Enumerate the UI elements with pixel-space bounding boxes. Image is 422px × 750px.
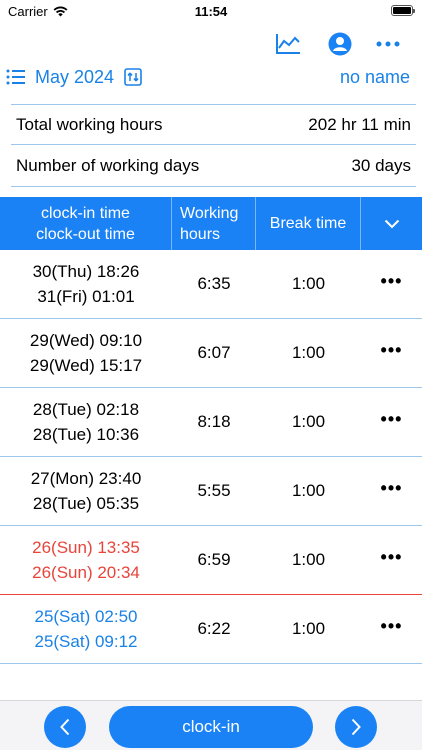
bottom-toolbar: clock-in (0, 700, 422, 750)
chevron-right-icon (351, 718, 361, 736)
table-row[interactable]: 27(Mon) 23:40 28(Tue) 05:35 5:55 1:00 ••• (0, 457, 422, 526)
previous-month-button[interactable] (44, 706, 86, 748)
chart-icon[interactable] (272, 28, 304, 60)
more-horizontal-icon: ••• (380, 478, 403, 498)
list-icon[interactable] (6, 69, 26, 90)
row-more-button[interactable]: ••• (361, 595, 422, 663)
clock-in-time: 26(Sun) 13:35 (32, 538, 140, 557)
row-more-button[interactable]: ••• (361, 388, 422, 456)
break-time-cell: 1:00 (291, 343, 326, 362)
more-horizontal-icon: ••• (380, 547, 403, 567)
battery-icon (391, 5, 415, 16)
table-header: clock-in time clock-out time Working hou… (0, 197, 422, 250)
clock-times-cell: 27(Mon) 23:40 28(Tue) 05:35 (0, 457, 172, 525)
break-time-cell: 1:00 (291, 274, 326, 293)
clock-out-time: 25(Sat) 09:12 (34, 632, 138, 651)
next-month-button[interactable] (335, 706, 377, 748)
clock-times-cell: 28(Tue) 02:18 28(Tue) 10:36 (0, 388, 172, 456)
working-hours-cell: 6:07 (197, 343, 231, 362)
clock-out-time: 31(Fri) 01:01 (37, 287, 135, 306)
table-row[interactable]: 26(Sun) 13:35 26(Sun) 20:34 6:59 1:00 ••• (0, 526, 422, 595)
clock-out-header-label: clock-out time (36, 225, 135, 243)
working-hours-cell: 6:35 (197, 274, 231, 293)
clock-in-button[interactable]: clock-in (109, 706, 313, 748)
break-time-header[interactable]: Break time (256, 197, 361, 250)
working-hours-header-line1: Working (180, 204, 239, 222)
break-time-cell: 1:00 (291, 412, 326, 431)
break-time-cell: 1:00 (291, 550, 326, 569)
clock-times-header[interactable]: clock-in time clock-out time (0, 197, 172, 250)
working-hours-header[interactable]: Working hours (172, 197, 256, 250)
more-horizontal-icon: ••• (380, 340, 403, 360)
clock-in-time: 25(Sat) 02:50 (34, 607, 138, 626)
working-hours-cell: 5:55 (197, 481, 231, 500)
expand-columns-button[interactable] (361, 197, 422, 250)
sort-icon[interactable] (124, 68, 142, 91)
clock-in-time: 29(Wed) 09:10 (29, 331, 143, 350)
clock-times-cell: 30(Thu) 18:26 31(Fri) 01:01 (0, 250, 172, 318)
month-label[interactable]: May 2024 (35, 67, 114, 88)
clock-in-time: 30(Thu) 18:26 (32, 262, 140, 281)
more-horizontal-icon: ••• (380, 616, 403, 636)
more-horizontal-icon: ••• (380, 409, 403, 429)
profile-icon[interactable] (324, 28, 356, 60)
row-more-button[interactable]: ••• (361, 457, 422, 525)
clock-in-time: 27(Mon) 23:40 (30, 469, 142, 488)
working-hours-header-line2: hours (180, 225, 221, 243)
working-days-row: Number of working days 30 days (11, 146, 416, 187)
working-hours-cell: 6:22 (197, 619, 231, 638)
table-row[interactable]: 29(Wed) 09:10 29(Wed) 15:17 6:07 1:00 ••• (0, 319, 422, 388)
more-icon[interactable] (372, 28, 404, 60)
chevron-down-icon (384, 219, 399, 228)
clock-times-cell: 25(Sat) 02:50 25(Sat) 09:12 (0, 595, 172, 663)
break-time-cell: 1:00 (291, 481, 326, 500)
row-more-button[interactable]: ••• (361, 526, 422, 594)
row-more-button[interactable]: ••• (361, 319, 422, 387)
clock-in-time: 28(Tue) 02:18 (32, 400, 140, 419)
status-bar: Carrier 11:54 (0, 0, 422, 24)
clock-out-time: 29(Wed) 15:17 (29, 356, 143, 375)
working-days-label: Number of working days (16, 156, 200, 175)
working-days-value: 30 days (351, 156, 411, 175)
clock-out-time: 28(Tue) 10:36 (32, 425, 140, 444)
clock-out-time: 26(Sun) 20:34 (32, 563, 140, 582)
more-horizontal-icon: ••• (380, 271, 403, 291)
month-selector-bar: May 2024 no name (0, 64, 422, 92)
clock-out-time: 28(Tue) 05:35 (32, 494, 140, 513)
table-row[interactable]: 25(Sat) 02:50 25(Sat) 09:12 6:22 1:00 ••• (0, 595, 422, 664)
table-row[interactable]: 30(Thu) 18:26 31(Fri) 01:01 6:35 1:00 ••• (0, 250, 422, 319)
user-name-button[interactable]: no name (340, 67, 410, 88)
total-hours-label: Total working hours (16, 114, 163, 134)
row-more-button[interactable]: ••• (361, 250, 422, 318)
status-time: 11:54 (194, 4, 228, 19)
chevron-left-icon (60, 718, 70, 736)
clock-times-cell: 26(Sun) 13:35 26(Sun) 20:34 (0, 526, 172, 594)
records-table: 30(Thu) 18:26 31(Fri) 01:01 6:35 1:00 ••• 29(… (0, 250, 422, 664)
break-time-cell: 1:00 (291, 619, 326, 638)
total-hours-row: Total working hours 202 hr 11 min (11, 104, 416, 145)
working-hours-cell: 6:59 (197, 550, 231, 569)
clock-in-header-label: clock-in time (41, 204, 130, 222)
table-row[interactable]: 28(Tue) 02:18 28(Tue) 10:36 8:18 1:00 ••• (0, 388, 422, 457)
working-hours-cell: 8:18 (197, 412, 231, 431)
clock-times-cell: 29(Wed) 09:10 29(Wed) 15:17 (0, 319, 172, 387)
total-hours-value: 202 hr 11 min (308, 114, 411, 134)
